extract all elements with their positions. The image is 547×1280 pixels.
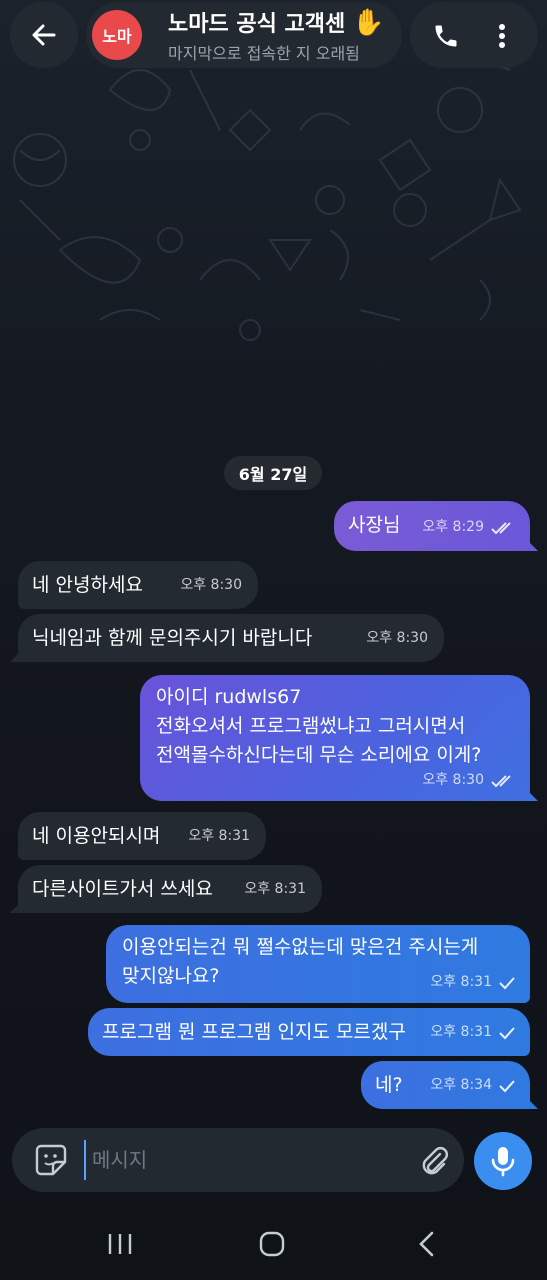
message-time: 오후 8:31 [188,828,250,844]
voice-record-button[interactable] [474,1132,532,1190]
message-bubble-outgoing[interactable]: 프로그램 뭔 프로그램 인지도 모르겠구 오후 8:31 [88,1008,530,1056]
message-text: 닉네임과 함께 문의주시기 바랍니다 [32,627,313,649]
more-options-button[interactable] [482,16,522,56]
message-time: 오후 8:30 [366,630,428,646]
check-icon [499,976,515,989]
message-bubble-incoming[interactable]: 다른사이트가서 쓰세요 오후 8:31 [10,865,322,913]
chat-header[interactable]: 노마 노마드 공식 고객센 ✋ 마지막으로 접속한 지 오래됨 [86,2,402,68]
message-text: 다른사이트가서 쓰세요 [32,878,213,900]
system-back-button[interactable] [406,1226,446,1262]
check-icon [499,1026,515,1039]
message-text: 사장님 [348,514,401,536]
avatar[interactable]: 노마 [92,10,142,60]
message-text: 네 안녕하세요 [32,574,143,596]
back-icon [419,1231,434,1257]
recent-apps-icon [108,1234,132,1254]
message-bubble-outgoing[interactable]: 네? 오후 8:34 [361,1061,538,1109]
message-bubble-incoming[interactable]: 닉네임과 함께 문의주시기 바랍니다 오후 8:30 [10,614,444,662]
message-time: 오후 8:31 [430,974,492,990]
double-check-icon [491,774,511,787]
system-navigation-bar [0,1206,547,1280]
message-text: 프로그램 뭔 프로그램 인지도 모르겠구 [102,1021,406,1043]
message-time: 오후 8:30 [180,577,242,593]
message-line: 아이디 rudwls67 [156,686,302,708]
sticker-button[interactable] [32,1141,70,1179]
header-actions [410,2,538,68]
message-text: 네 이용안되시며 [32,825,161,847]
double-check-icon [491,521,511,534]
message-time: 오후 8:30 [422,772,484,788]
paperclip-icon [422,1147,448,1175]
back-arrow-icon [32,24,56,46]
home-icon [259,1231,285,1257]
call-button[interactable] [426,16,466,56]
attach-button[interactable] [414,1140,454,1180]
message-bubble-outgoing[interactable]: 이용안되는건 뭐 쩔수없는데 맞은건 주시는게 맞지않나요? 오후 8:31 [106,925,530,1003]
more-vertical-icon [499,24,505,48]
message-line: 전화오셔서 프로그램썼냐고 그러시면서 [156,715,466,737]
message-time: 오후 8:31 [244,881,306,897]
message-time: 오후 8:31 [430,1024,492,1040]
message-line: 이용안되는건 뭐 쩔수없는데 맞은건 주시는게 [122,936,479,958]
message-input[interactable] [84,1140,404,1180]
last-seen-status: 마지막으로 접속한 지 오래됨 [168,44,360,63]
waving-hand-icon: ✋ [352,8,385,38]
recent-apps-button[interactable] [100,1226,140,1262]
message-composer [12,1128,464,1192]
message-bubble-outgoing[interactable]: 아이디 rudwls67 전화오셔서 프로그램썼냐고 그러시면서 전액몰수하신다… [140,675,538,801]
check-icon [499,1079,515,1092]
home-button[interactable] [252,1226,292,1262]
message-bubble-incoming[interactable]: 네 이용안되시며 오후 8:31 [18,812,266,860]
back-button[interactable] [10,2,78,68]
phone-icon [435,25,457,47]
message-bubble-outgoing[interactable]: 사장님 오후 8:29 [334,501,538,551]
message-time: 오후 8:34 [430,1077,492,1093]
date-divider: 6월 27일 [224,456,322,490]
message-bubble-incoming[interactable]: 네 안녕하세요 오후 8:30 [18,561,258,609]
message-time: 오후 8:29 [422,519,484,535]
sticker-icon [35,1144,67,1176]
message-text: 네? [375,1074,403,1096]
microphone-icon [491,1147,515,1177]
